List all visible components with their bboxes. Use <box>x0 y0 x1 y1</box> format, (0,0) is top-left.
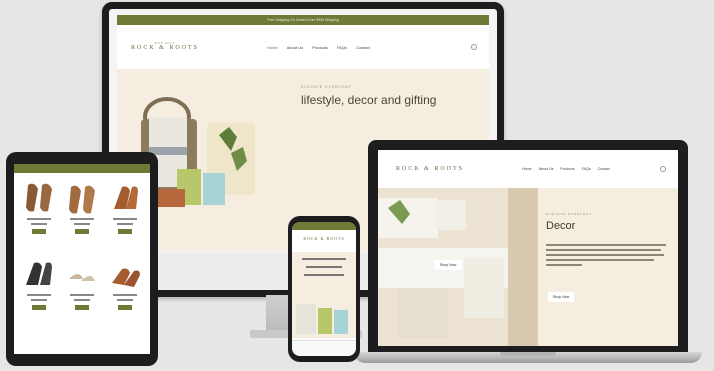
tablet-screen <box>14 164 150 354</box>
tablet-device <box>6 152 158 366</box>
nav-item-contact[interactable]: Contact <box>356 45 370 50</box>
product-card[interactable] <box>20 179 57 251</box>
laptop-nav-contact[interactable]: Contact <box>598 167 610 171</box>
tablet-promo-bar <box>14 164 150 173</box>
main-nav: Home About Us Products FAQs Contact <box>267 45 370 50</box>
laptop-nav-about[interactable]: About Us <box>539 167 554 171</box>
laptop-cart-icon[interactable] <box>660 166 666 172</box>
promo-banner: Free Shipping On Orders Over ₹999 Shippi… <box>117 15 489 25</box>
laptop-nav-products[interactable]: Products <box>560 167 574 171</box>
add-to-cart-button[interactable] <box>118 305 133 310</box>
phone-hero-image <box>296 304 348 334</box>
decor-shop-now-button[interactable]: Shop Now <box>434 260 462 270</box>
laptop-notch <box>500 352 556 356</box>
sandal-image <box>68 274 95 281</box>
loafer-image <box>112 268 141 287</box>
nav-item-faqs[interactable]: FAQs <box>337 45 347 50</box>
laptop-device: ROCK & ROOTS Home About Us Products FAQs… <box>368 140 688 354</box>
phone-promo-bar <box>292 222 356 230</box>
add-to-cart-button[interactable] <box>31 305 46 310</box>
site-header: EST 2021 ROCK & ROOTS Home About Us Prod… <box>117 25 489 69</box>
product-card[interactable] <box>63 255 100 327</box>
phone-bottom-bar <box>292 340 356 356</box>
laptop-screen: ROCK & ROOTS Home About Us Products FAQs… <box>378 150 678 346</box>
product-card[interactable] <box>107 255 144 327</box>
sandal-image <box>68 185 95 214</box>
add-to-cart-button[interactable] <box>118 229 133 234</box>
loafer-image <box>25 262 52 285</box>
phone-hero <box>292 252 356 338</box>
laptop-nav-home[interactable]: Home <box>522 167 532 171</box>
nav-item-home[interactable]: Home <box>267 45 278 50</box>
phone-brand-logo[interactable]: ROCK & ROOTS <box>292 236 356 241</box>
brand-logo[interactable]: EST 2021 ROCK & ROOTS <box>131 41 200 52</box>
product-card[interactable] <box>107 179 144 251</box>
add-to-cart-button[interactable] <box>31 229 46 234</box>
sandal-image <box>25 183 52 212</box>
hero-kicker: ELEVATE EVERYDAY <box>301 85 352 89</box>
laptop-section-title: Decor <box>546 220 576 232</box>
laptop-kicker: ELEVATE EVERYDAY <box>546 212 592 216</box>
nav-item-about[interactable]: About Us <box>287 45 303 50</box>
decor-description <box>546 244 666 269</box>
add-to-cart-button[interactable] <box>74 305 89 310</box>
product-card[interactable] <box>63 179 100 251</box>
device-mockup-scene: Free Shipping On Orders Over ₹999 Shippi… <box>0 0 714 371</box>
laptop-shop-now-button[interactable]: Shop Now <box>548 292 574 302</box>
product-grid <box>14 173 150 333</box>
shoe-image <box>114 186 139 209</box>
nav-item-products[interactable]: Products <box>312 45 328 50</box>
phone-screen: ROCK & ROOTS <box>292 222 356 356</box>
logo-text: ROCK & ROOTS <box>131 45 200 52</box>
laptop-nav-faqs[interactable]: FAQs <box>582 167 591 171</box>
cart-icon[interactable] <box>471 44 477 50</box>
laptop-hero: Shop Now ELEVATE EVERYDAY Decor Shop Now <box>378 188 678 346</box>
phone-device: ROCK & ROOTS <box>288 216 360 362</box>
laptop-nav: Home About Us Products FAQs Contact <box>522 167 610 171</box>
hero-title: lifestyle, decor and gifting <box>301 93 437 107</box>
laptop-brand-logo[interactable]: ROCK & ROOTS <box>396 166 464 173</box>
add-to-cart-button[interactable] <box>74 229 89 234</box>
laptop-header: ROCK & ROOTS Home About Us Products FAQs… <box>378 150 678 188</box>
product-card[interactable] <box>20 255 57 327</box>
